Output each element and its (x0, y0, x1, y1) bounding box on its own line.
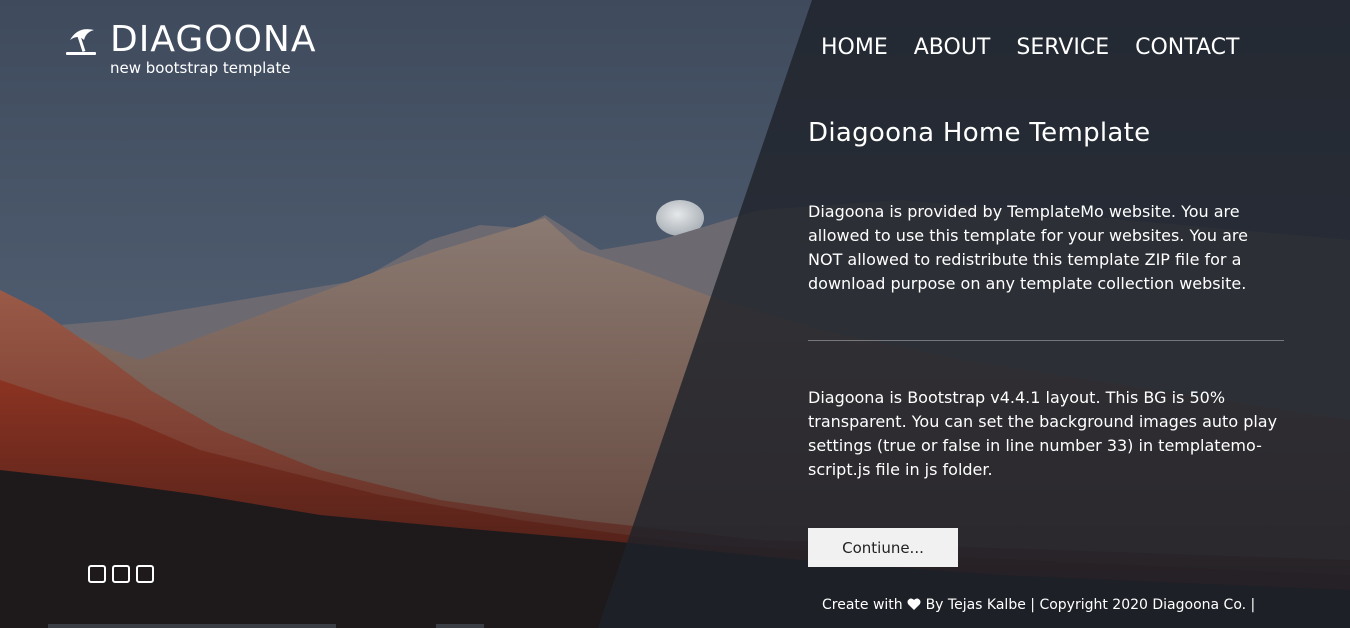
footer-prefix: Create with (822, 597, 903, 613)
footer-credit: Create with By Tejas Kalbe | Copyright 2… (822, 597, 1255, 613)
content-divider (808, 340, 1284, 341)
info-paragraph: Diagoona is Bootstrap v4.4.1 layout. Thi… (808, 388, 1278, 479)
intro-paragraph: Diagoona is provided by TemplateMo websi… (808, 202, 1248, 293)
footer-suffix: By Tejas Kalbe | Copyright 2020 Diagoona… (925, 597, 1256, 613)
nav-home[interactable]: HOME (808, 32, 901, 64)
brand-title: DIAGOONA (110, 19, 317, 60)
heart-icon (907, 598, 921, 610)
slider-dot-3[interactable] (136, 565, 154, 583)
page-title: Diagoona Home Template (808, 118, 1151, 148)
nav-about[interactable]: ABOUT (901, 32, 1004, 64)
slider-indicators (88, 565, 154, 583)
horizontal-scrollbar-thumb[interactable] (436, 624, 484, 628)
slider-dot-2[interactable] (112, 565, 130, 583)
slider-dot-1[interactable] (88, 565, 106, 583)
main-content: Diagoona Home Template Diagoona is provi… (808, 118, 1284, 479)
horizontal-scrollbar-track[interactable] (48, 624, 336, 628)
continue-button[interactable]: Contiune... (808, 528, 958, 567)
main-nav: HOME ABOUT SERVICE CONTACT (808, 32, 1252, 64)
beach-umbrella-icon (66, 29, 96, 55)
nav-contact[interactable]: CONTACT (1122, 32, 1252, 64)
site-logo[interactable]: DIAGOONA new bootstrap template (64, 22, 316, 77)
brand-subtitle: new bootstrap template (110, 59, 291, 77)
nav-service[interactable]: SERVICE (1003, 32, 1122, 64)
